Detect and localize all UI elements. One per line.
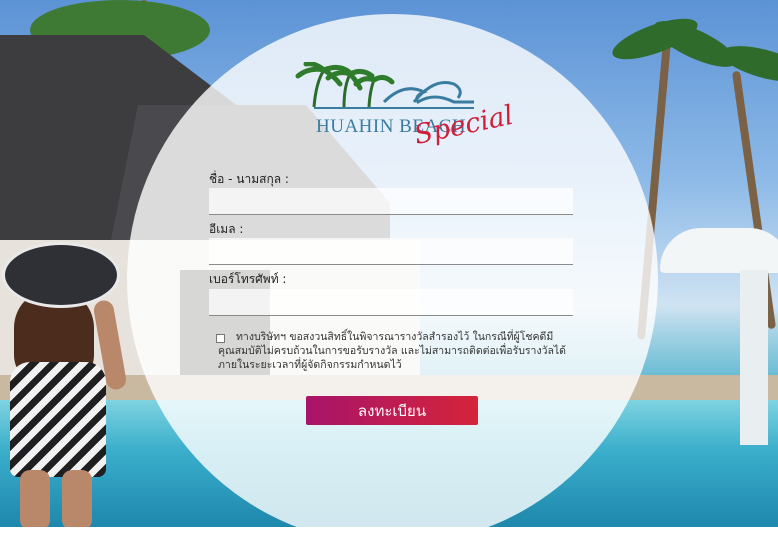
fullname-input[interactable] xyxy=(209,188,573,215)
consent-text: ทางบริษัทฯ ขอสงวนสิทธิ์ในพิจารณารางวัลสำ… xyxy=(218,331,566,371)
woman-swimsuit xyxy=(10,362,106,477)
email-input[interactable] xyxy=(209,238,573,265)
phone-input[interactable] xyxy=(209,289,573,316)
phone-label: เบอร์โทรศัพท์ : xyxy=(209,272,287,286)
gazebo-column xyxy=(740,270,768,445)
email-label: อีเมล : xyxy=(209,222,244,236)
fullname-label: ชื่อ - นามสกุล : xyxy=(209,172,289,186)
woman-hat xyxy=(2,242,120,308)
consent-checkbox[interactable] xyxy=(216,334,225,343)
woman-leg xyxy=(20,470,50,527)
woman-leg xyxy=(62,470,92,527)
gazebo-roof xyxy=(660,228,778,273)
register-button[interactable]: ลงทะเบียน xyxy=(306,396,478,425)
